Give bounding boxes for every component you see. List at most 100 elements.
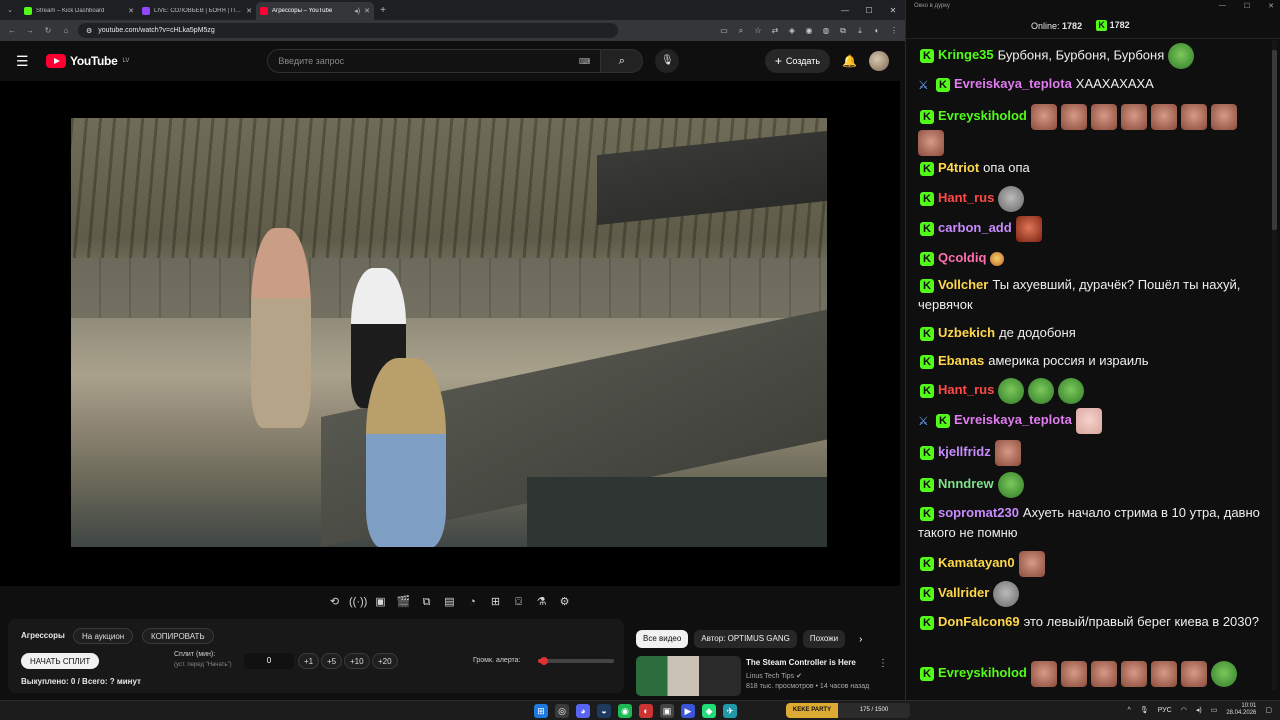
notifications-bell-icon[interactable]: 🔔 bbox=[842, 54, 857, 68]
recommended-video-title[interactable]: The Steam Controller is Here bbox=[746, 658, 856, 667]
chrome-icon[interactable]: ◎ bbox=[555, 704, 569, 718]
app-icon[interactable]: ▶ bbox=[681, 704, 695, 718]
start-menu-icon[interactable]: ⊞ bbox=[534, 704, 548, 718]
search-input[interactable]: Введите запрос ⌨ bbox=[267, 49, 602, 73]
steam-icon[interactable]: ◒ bbox=[597, 704, 611, 718]
speaker-icon[interactable]: ◂) bbox=[354, 7, 360, 15]
app-icon[interactable]: ▣ bbox=[660, 704, 674, 718]
chat-username[interactable]: Evreyskiholod bbox=[938, 108, 1027, 123]
more-options-icon[interactable]: ⋮ bbox=[878, 658, 888, 669]
chat-username[interactable]: Ebanas bbox=[938, 353, 984, 368]
chat-username[interactable]: Vollcher bbox=[938, 277, 988, 292]
chat-username[interactable]: DonFalcon69 bbox=[938, 614, 1020, 629]
recommended-video-channel[interactable]: Linus Tech Tips ✔ bbox=[746, 672, 802, 680]
increment-20-button[interactable]: +20 bbox=[372, 653, 398, 669]
avatar[interactable] bbox=[869, 51, 889, 71]
add-frame-icon[interactable]: ⊞ bbox=[487, 594, 504, 610]
tab-close-icon[interactable]: ✕ bbox=[364, 7, 370, 15]
chat-username[interactable]: Evreyskiholod bbox=[938, 665, 1027, 680]
extension-icon[interactable]: ◉ bbox=[804, 26, 814, 36]
increment-5-button[interactable]: +5 bbox=[321, 653, 343, 669]
create-button[interactable]: + Создать bbox=[764, 49, 831, 73]
gear-icon[interactable]: ⚙ bbox=[556, 594, 573, 610]
chat-username[interactable]: Vallrider bbox=[938, 585, 989, 600]
zoom-icon[interactable]: ⌕ bbox=[736, 26, 746, 36]
voice-search-button[interactable]: 🎙 bbox=[655, 49, 680, 73]
url-field[interactable]: ⚙ youtube.com/watch?v=cHLka5pM5zg bbox=[78, 23, 618, 38]
microphone-icon[interactable]: 🎙 bbox=[1140, 706, 1149, 714]
wifi-icon[interactable]: ◠ bbox=[1181, 706, 1187, 714]
chat-username[interactable]: Uzbekich bbox=[938, 325, 995, 340]
split-minutes-input[interactable]: 0 bbox=[244, 653, 294, 669]
minimize-icon[interactable]: — bbox=[1219, 2, 1226, 10]
minimize-icon[interactable]: — bbox=[833, 6, 857, 15]
download-icon[interactable]: ⤓ bbox=[855, 26, 865, 36]
volume-icon[interactable]: ◂) bbox=[1196, 706, 1202, 714]
alert-volume-slider[interactable] bbox=[538, 657, 614, 665]
increment-1-button[interactable]: +1 bbox=[298, 653, 320, 669]
tab-kick-dashboard[interactable]: Stream – Kick Dashboard ✕ bbox=[20, 2, 138, 20]
clock[interactable]: 10:01 28.04.2026 bbox=[1226, 703, 1256, 717]
video-thumbnail[interactable] bbox=[636, 656, 741, 696]
keyboard-icon[interactable]: ⌨ bbox=[579, 57, 591, 66]
chip-similar[interactable]: Похожи bbox=[802, 630, 846, 648]
chat-message-list[interactable]: K Kringe35 Бурбоня, Бурбоня, Бурбоня ⚔ K Evr… bbox=[906, 40, 1280, 696]
chip-all-videos[interactable]: Все видео bbox=[636, 630, 689, 648]
app-icon[interactable]: ◆ bbox=[702, 704, 716, 718]
start-split-button[interactable]: НАЧАТЬ СПЛИТ bbox=[21, 653, 100, 669]
increment-10-button[interactable]: +10 bbox=[344, 653, 370, 669]
chat-username[interactable]: Nnndrew bbox=[938, 476, 994, 491]
extension-icon[interactable]: ◈ bbox=[787, 26, 797, 36]
extension-icon[interactable]: ◍ bbox=[821, 26, 831, 36]
chat-scrollbar[interactable] bbox=[1272, 40, 1277, 690]
site-info-icon[interactable]: ⚙ bbox=[86, 27, 92, 35]
chat-username[interactable]: Kamatayan0 bbox=[938, 555, 1015, 570]
auction-button[interactable]: На аукцион bbox=[73, 628, 134, 644]
chevron-up-icon[interactable]: ^ bbox=[1128, 707, 1131, 714]
copy-button[interactable]: КОПИРОВАТЬ bbox=[142, 628, 214, 644]
chat-username[interactable]: Hant_rus bbox=[938, 382, 994, 397]
maximize-icon[interactable]: ☐ bbox=[857, 6, 881, 15]
recommended-video[interactable]: The Steam Controller is Here Linus Tech … bbox=[636, 656, 890, 696]
flask-icon[interactable]: ⚗ bbox=[533, 594, 550, 610]
profile-icon[interactable]: ◐ bbox=[872, 26, 882, 36]
bookmark-star-icon[interactable]: ☆ bbox=[753, 26, 763, 36]
frame-icon[interactable]: ⧉ bbox=[418, 594, 435, 610]
maximize-icon[interactable]: ☐ bbox=[1244, 2, 1250, 10]
film-icon[interactable]: ▤ bbox=[441, 594, 458, 610]
youtube-logo[interactable]: YouTube LV bbox=[46, 54, 129, 68]
discord-icon[interactable]: ◕ bbox=[576, 704, 590, 718]
chat-username[interactable]: sopromat230 bbox=[938, 505, 1019, 520]
taskbar-keke-party[interactable]: KEKE PARTY 175 / 1500 bbox=[786, 703, 910, 718]
forward-icon[interactable]: → bbox=[24, 26, 36, 35]
new-tab-button[interactable]: + bbox=[374, 5, 392, 16]
chat-username[interactable]: carbon_add bbox=[938, 220, 1012, 235]
tab-close-icon[interactable]: ✕ bbox=[246, 7, 252, 15]
chevron-right-icon[interactable]: › bbox=[859, 634, 862, 645]
tab-search-icon[interactable]: ⌄ bbox=[0, 6, 20, 14]
app-icon[interactable]: ◐ bbox=[639, 704, 653, 718]
tab-close-icon[interactable]: ✕ bbox=[128, 7, 134, 15]
chat-username[interactable]: Hant_rus bbox=[938, 190, 994, 205]
chat-username[interactable]: Evreiskaya_teplota bbox=[954, 412, 1072, 427]
extensions-puzzle-icon[interactable]: ⧉ bbox=[838, 26, 848, 36]
video-frame[interactable] bbox=[71, 118, 827, 547]
video-settings-icon[interactable]: ▣ bbox=[372, 594, 389, 610]
audio-icon[interactable]: ((·)) bbox=[349, 594, 367, 610]
reload-icon[interactable]: ↻ bbox=[42, 26, 54, 35]
battery-icon[interactable]: ▭ bbox=[1211, 706, 1218, 714]
clapper-icon[interactable]: 🎬 bbox=[395, 594, 412, 610]
chat-username[interactable]: P4triot bbox=[938, 160, 979, 175]
tab-live-stream[interactable]: LIVE: СОЛОВЬЁВ | БОНЯ | ПОЛ ✕ bbox=[138, 2, 256, 20]
chat-username[interactable]: Qcoldiq bbox=[938, 250, 986, 265]
camera-icon[interactable]: ⌼ bbox=[510, 594, 527, 610]
spotify-icon[interactable]: ◉ bbox=[618, 704, 632, 718]
notifications-icon[interactable]: ▢ bbox=[1265, 706, 1272, 714]
close-window-icon[interactable]: ✕ bbox=[1268, 2, 1274, 10]
telegram-icon[interactable]: ✈ bbox=[723, 704, 737, 718]
chat-scrollbar-thumb[interactable] bbox=[1272, 50, 1277, 230]
back-icon[interactable]: ← bbox=[6, 26, 18, 35]
hamburger-menu-icon[interactable]: ☰ bbox=[16, 53, 32, 70]
video-player[interactable] bbox=[0, 81, 900, 586]
chat-username[interactable]: Kringe35 bbox=[938, 47, 994, 62]
